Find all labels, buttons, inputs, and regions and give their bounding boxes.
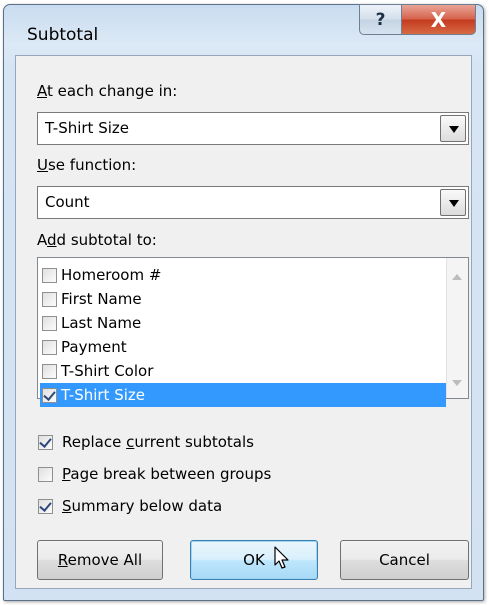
list-item-checkbox[interactable] xyxy=(42,387,57,403)
summary-below-label: Summary below data xyxy=(62,497,223,515)
replace-subtotals-checkbox[interactable] xyxy=(38,434,53,450)
list-item-checkbox[interactable] xyxy=(42,267,57,283)
dialog-title: Subtotal xyxy=(27,25,99,45)
list-item[interactable]: T-Shirt Size xyxy=(40,383,446,407)
list-item-label: T-Shirt Color xyxy=(61,362,154,380)
change-in-dropdown-icon[interactable] xyxy=(440,115,466,142)
use-function-combo[interactable]: Count xyxy=(37,186,469,219)
scroll-down-icon[interactable] xyxy=(452,380,462,386)
list-item-checkbox[interactable] xyxy=(42,315,57,331)
list-item-label: Payment xyxy=(61,338,127,356)
replace-subtotals-option[interactable]: Replace current subtotals xyxy=(38,433,254,451)
help-button[interactable]: ? xyxy=(359,4,402,35)
cancel-button[interactable]: Cancel xyxy=(340,540,469,580)
list-item-checkbox[interactable] xyxy=(42,339,57,355)
list-item-label: Homeroom # xyxy=(61,266,162,284)
change-in-value: T-Shirt Size xyxy=(45,119,130,137)
summary-below-checkbox[interactable] xyxy=(38,498,53,514)
help-icon: ? xyxy=(375,9,386,30)
page-break-option[interactable]: Page break between groups xyxy=(38,465,271,483)
use-function-dropdown-icon[interactable] xyxy=(440,189,466,216)
dialog-body: At each change in: T-Shirt Size Use func… xyxy=(15,55,472,589)
use-function-label: Use function: xyxy=(37,156,137,174)
change-in-combo[interactable]: T-Shirt Size xyxy=(37,112,469,145)
add-subtotal-label: Add subtotal to: xyxy=(37,231,157,249)
list-item-label: Last Name xyxy=(61,314,142,332)
ok-button[interactable]: OK xyxy=(190,540,318,580)
close-icon: X xyxy=(430,7,447,32)
summary-below-option[interactable]: Summary below data xyxy=(38,497,222,515)
list-item[interactable]: Payment xyxy=(40,335,446,359)
list-item[interactable]: First Name xyxy=(40,287,446,311)
list-items: Homeroom # First Name Last Name Payment … xyxy=(40,263,446,407)
remove-all-label: Remove All xyxy=(57,551,143,569)
replace-subtotals-label: Replace current subtotals xyxy=(62,433,254,451)
title-bar[interactable]: Subtotal ? X xyxy=(4,4,483,55)
cancel-label: Cancel xyxy=(379,551,430,569)
list-item-label: First Name xyxy=(61,290,142,308)
add-subtotal-list[interactable]: Homeroom # First Name Last Name Payment … xyxy=(37,257,469,407)
page-break-checkbox[interactable] xyxy=(38,466,53,482)
page-break-label: Page break between groups xyxy=(62,465,272,483)
list-item[interactable]: Homeroom # xyxy=(40,263,446,287)
list-item[interactable]: Last Name xyxy=(40,311,446,335)
change-in-label: At each change in: xyxy=(37,82,178,100)
list-item-label: T-Shirt Size xyxy=(61,386,146,404)
list-item[interactable]: T-Shirt Color xyxy=(40,359,446,383)
title-buttons: ? X xyxy=(359,4,476,35)
remove-all-button[interactable]: Remove All xyxy=(37,540,163,580)
ok-label: OK xyxy=(243,551,265,569)
list-scrollbar[interactable] xyxy=(446,258,468,398)
list-item-checkbox[interactable] xyxy=(42,291,57,307)
use-function-value: Count xyxy=(45,193,90,211)
close-button[interactable]: X xyxy=(402,4,476,35)
mouse-cursor-icon xyxy=(274,546,289,569)
subtotal-dialog: Subtotal ? X At each change in: T-Shirt … xyxy=(3,4,484,601)
list-item-checkbox[interactable] xyxy=(42,363,57,379)
scroll-up-icon[interactable] xyxy=(452,274,462,280)
